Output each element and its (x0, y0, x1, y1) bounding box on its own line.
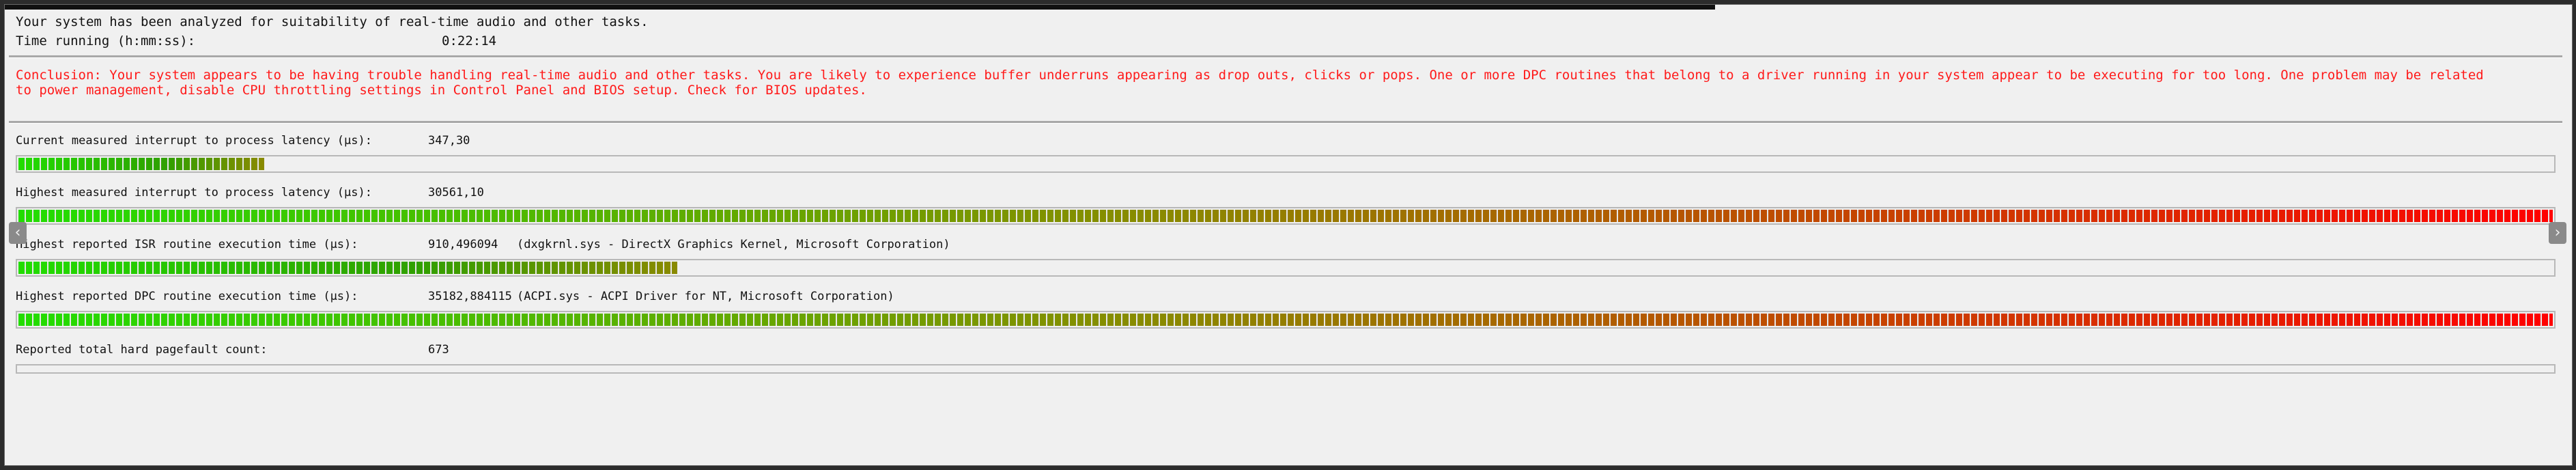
conclusion-text: Conclusion: Your system appears to be ha… (16, 68, 2484, 98)
dpc-time-label: Highest reported DPC routine execution t… (16, 290, 358, 303)
current-latency-value: 347,30 (428, 134, 470, 148)
time-running-value: 0:22:14 (442, 33, 497, 49)
highest-latency-bar-fill (18, 210, 2553, 222)
pagefault-count-label: Reported total hard pagefault count: (16, 343, 268, 357)
highest-latency-bar (16, 207, 2556, 225)
dpc-time-value: 35182,884115 (428, 290, 512, 303)
summary-text: Your system has been analyzed for suitab… (16, 14, 649, 29)
separator (9, 55, 2562, 58)
current-latency-label: Current measured interrupt to process la… (16, 134, 372, 148)
current-latency-bar-fill (18, 158, 264, 170)
isr-time-value: 910,496094 (428, 238, 498, 251)
isr-time-bar-fill (18, 262, 677, 274)
chevron-left-icon[interactable]: ‹ (9, 222, 27, 244)
chevron-right-icon[interactable]: › (2549, 222, 2566, 244)
highest-latency-label: Highest measured interrupt to process la… (16, 186, 372, 199)
dpc-time-bar (16, 311, 2556, 329)
pagefault-bar (16, 364, 2556, 374)
isr-time-bar (16, 259, 2556, 277)
top-progress-strip (5, 5, 1715, 10)
separator (9, 121, 2562, 124)
dpc-time-bar-fill (18, 314, 2553, 326)
current-latency-bar (16, 155, 2556, 173)
pagefault-count-value: 673 (428, 343, 449, 357)
highest-latency-value: 30561,10 (428, 186, 484, 199)
latency-monitor-window: Your system has been analyzed for suitab… (4, 4, 2573, 466)
dpc-driver-detail: (ACPI.sys - ACPI Driver for NT, Microsof… (517, 290, 894, 303)
isr-time-label: Highest reported ISR routine execution t… (16, 238, 358, 251)
isr-driver-detail: (dxgkrnl.sys - DirectX Graphics Kernel, … (517, 238, 950, 251)
time-running-label: Time running (h:mm:ss): (16, 33, 196, 49)
